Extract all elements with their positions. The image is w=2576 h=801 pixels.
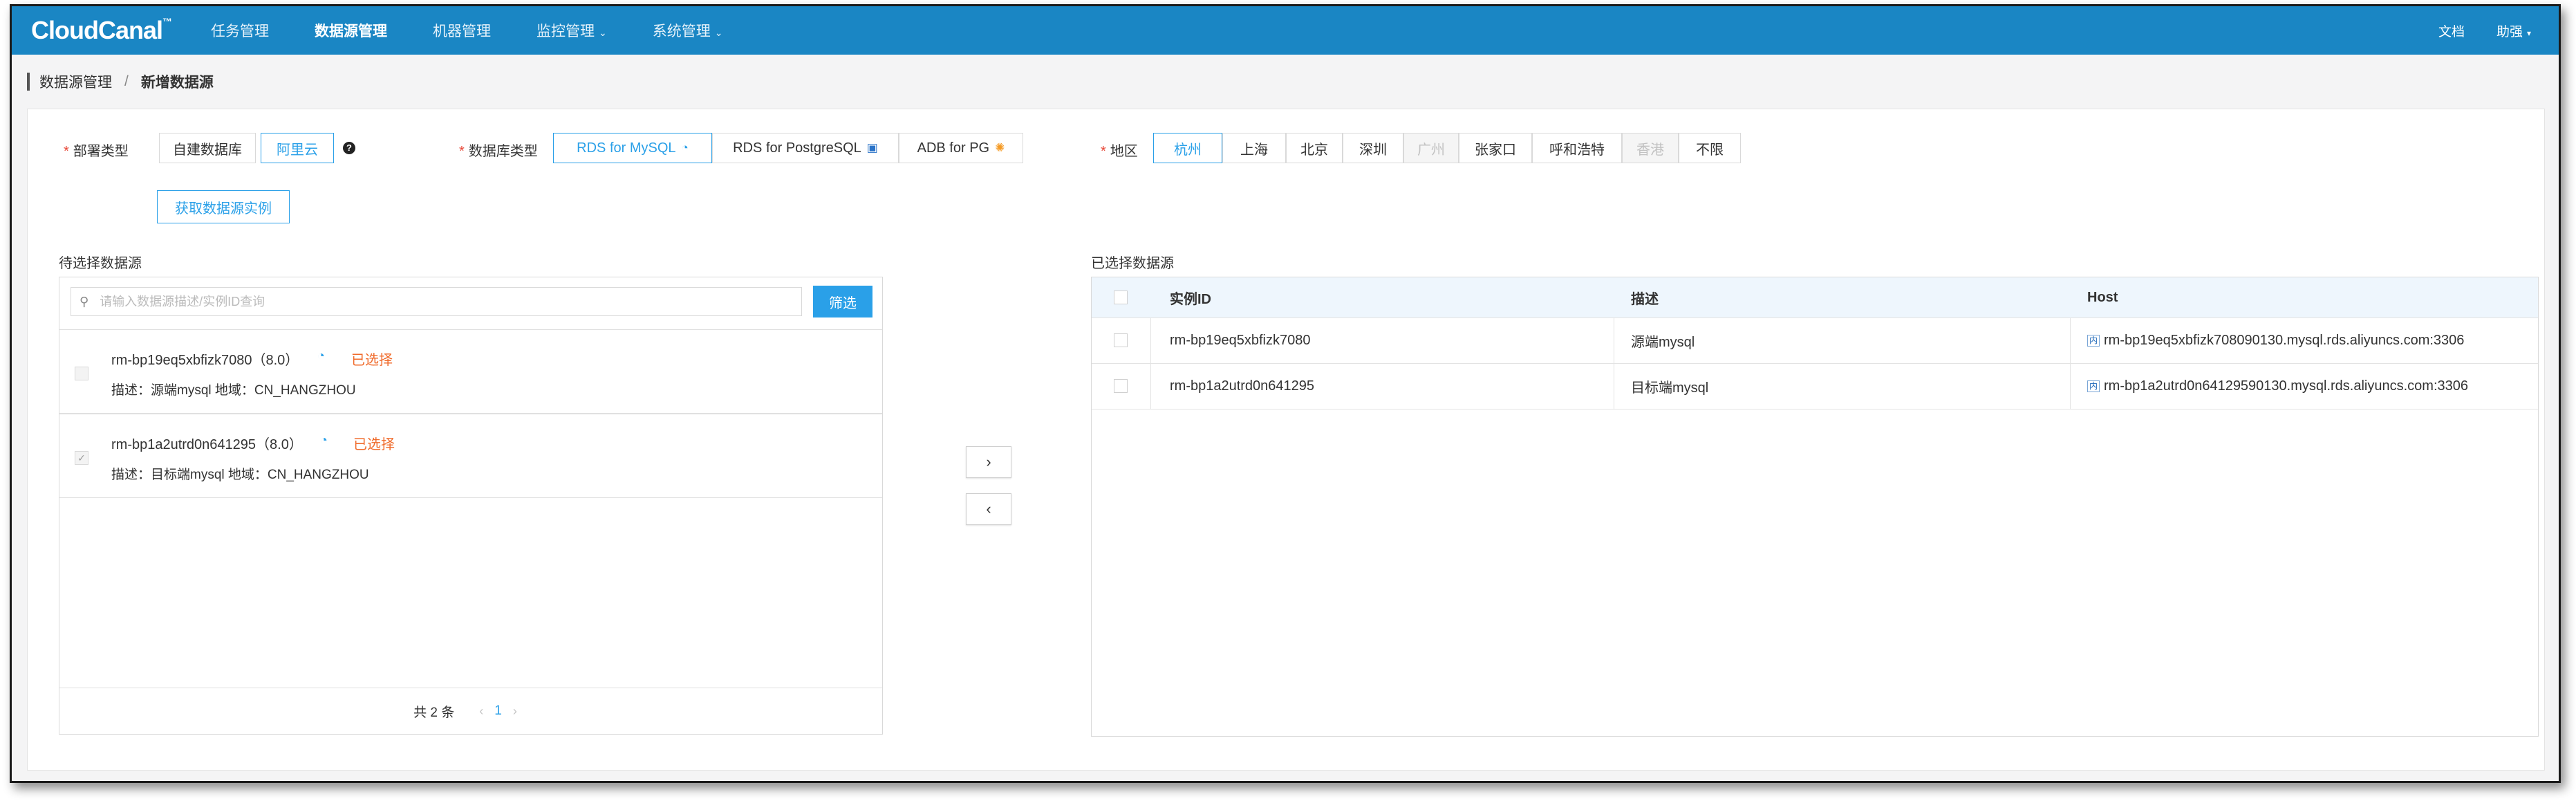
dbtype-adb-pg[interactable]: ADB for PG ✺ <box>899 133 1023 163</box>
intranet-tag: 内 <box>2087 335 2100 347</box>
divider <box>1150 364 1151 409</box>
adb-icon: ✺ <box>995 141 1005 154</box>
region-hangzhou[interactable]: 杭州 <box>1153 133 1222 163</box>
dbtype-rds-mysql[interactable]: RDS for MySQL ◔ <box>553 133 712 163</box>
selected-table: 实例ID 描述 Host rm-bp19eq5xbfizk7080 源端mysq… <box>1091 277 2539 737</box>
user-menu[interactable]: 助强 ▾ <box>2496 21 2531 40</box>
select-all-checkbox[interactable] <box>1114 291 1128 304</box>
logo[interactable]: CloudCanal™ <box>31 16 183 45</box>
breadcrumb-bar <box>27 73 30 91</box>
docs-link[interactable]: 文档 <box>2438 21 2465 40</box>
column-header-id[interactable]: 实例ID <box>1170 277 1211 317</box>
app-window: CloudCanal™ 任务管理 数据源管理 机器管理 监控管理 ⌄ 系统管理 ⌄ … <box>10 4 2561 783</box>
divider <box>2070 364 2071 409</box>
nav-right: 文档 助强 ▾ <box>2438 21 2531 40</box>
help-icon[interactable]: ? <box>343 142 355 154</box>
search-field[interactable]: ⚲ <box>71 287 802 316</box>
region-guangzhou: 广州 <box>1403 133 1459 163</box>
postgresql-icon: ▣ <box>866 141 878 154</box>
table-header: 实例ID 描述 Host <box>1092 277 2538 318</box>
db-type-label: * 数据库类型 <box>459 144 538 159</box>
filter-button[interactable]: 筛选 <box>813 286 872 317</box>
chevron-down-icon: ⌄ <box>599 27 607 38</box>
item-desc: 描述：目标端mysql 地域：CN_HANGZHOU <box>111 468 369 482</box>
fetch-instances-button[interactable]: 获取数据源实例 <box>157 190 290 223</box>
table-row[interactable]: rm-bp19eq5xbfizk7080 源端mysql 内 rm-bp19eq5… <box>1092 318 2538 364</box>
pagination: 共 2 条 ‹ 1 › <box>59 688 882 734</box>
list-item[interactable]: ✓ rm-bp1a2utrd0n641295（8.0） ◔ 已选择 描述：目标端… <box>59 414 882 498</box>
nav-datasource-management[interactable]: 数据源管理 <box>315 20 387 41</box>
cell-host: 内 rm-bp19eq5xbfizk708090130.mysql.rds.ali… <box>2087 318 2464 363</box>
item-checkbox[interactable] <box>75 367 88 380</box>
column-header-desc[interactable]: 描述 <box>1631 277 1659 317</box>
main-card: * 部署类型 自建数据库 阿里云 ? * 数据库类型 RDS for MySQL ◔ … <box>27 109 2545 771</box>
breadcrumb: 数据源管理 / 新增数据源 <box>27 71 214 92</box>
region-shanghai[interactable]: 上海 <box>1222 133 1286 163</box>
deploy-option-self-hosted[interactable]: 自建数据库 <box>159 133 256 163</box>
cell-host: 内 rm-bp1a2utrd0n64129590130.mysql.rds.ali… <box>2087 364 2468 409</box>
move-right-button[interactable]: › <box>966 446 1011 478</box>
list-item[interactable]: rm-bp19eq5xbfizk7080（8.0） ◔ 已选择 描述：源端mys… <box>59 329 882 414</box>
total-count: 共 2 条 <box>413 705 455 720</box>
mysql-icon: ◔ <box>681 141 689 154</box>
deploy-option-aliyun[interactable]: 阿里云 <box>261 133 334 163</box>
deploy-type-label: * 部署类型 <box>64 144 129 159</box>
table-row[interactable]: rm-bp1a2utrd0n641295 目标端mysql 内 rm-bp1a2u… <box>1092 364 2538 409</box>
cell-id: rm-bp1a2utrd0n641295 <box>1170 378 1315 394</box>
item-checkbox[interactable]: ✓ <box>75 451 88 465</box>
cell-desc: 目标端mysql <box>1631 380 1709 396</box>
chevron-down-icon: ⌄ <box>714 27 723 38</box>
nav-monitor-management[interactable]: 监控管理 ⌄ <box>536 20 607 41</box>
region-unlimited[interactable]: 不限 <box>1679 133 1741 163</box>
nav-task-management[interactable]: 任务管理 <box>211 20 269 41</box>
search-input[interactable] <box>98 293 765 310</box>
nav-machine-management[interactable]: 机器管理 <box>433 20 491 41</box>
pending-list-panel: ⚲ 筛选 rm-bp19eq5xbfizk7080（8.0） ◔ 已选择 描述：… <box>59 277 883 735</box>
region-zhangjiakou[interactable]: 张家口 <box>1459 133 1532 163</box>
breadcrumb-current: 新增数据源 <box>140 75 214 91</box>
row-checkbox[interactable] <box>1114 333 1128 347</box>
selected-title: 已选择数据源 <box>1091 256 1174 271</box>
item-status: 已选择 <box>353 437 395 452</box>
divider <box>2070 318 2071 363</box>
region-hohhot[interactable]: 呼和浩特 <box>1532 133 1622 163</box>
region-hongkong: 香港 <box>1622 133 1679 163</box>
prev-page-icon[interactable]: ‹ <box>479 704 483 719</box>
caret-down-icon: ▾ <box>2526 28 2531 38</box>
search-icon: ⚲ <box>80 294 89 309</box>
breadcrumb-separator: / <box>124 73 129 89</box>
page-number[interactable]: 1 <box>494 703 502 719</box>
intranet-tag: 内 <box>2087 380 2100 392</box>
mysql-icon: ◔ <box>320 433 328 447</box>
pending-title: 待选择数据源 <box>59 256 142 271</box>
item-desc: 描述：源端mysql 地域：CN_HANGZHOU <box>111 383 356 398</box>
move-left-button[interactable]: ‹ <box>966 493 1011 525</box>
region-beijing[interactable]: 北京 <box>1286 133 1343 163</box>
region-shenzhen[interactable]: 深圳 <box>1343 133 1403 163</box>
item-name: rm-bp19eq5xbfizk7080（8.0） <box>111 353 299 368</box>
item-status: 已选择 <box>351 353 393 368</box>
cell-id: rm-bp19eq5xbfizk7080 <box>1170 333 1311 348</box>
dbtype-rds-postgresql[interactable]: RDS for PostgreSQL ▣ <box>712 133 899 163</box>
region-label: * 地区 <box>1101 144 1138 159</box>
top-nav: CloudCanal™ 任务管理 数据源管理 机器管理 监控管理 ⌄ 系统管理 ⌄ … <box>12 6 2559 55</box>
column-header-host[interactable]: Host <box>2087 277 2118 317</box>
item-name: rm-bp1a2utrd0n641295（8.0） <box>111 437 303 452</box>
nav-system-management[interactable]: 系统管理 ⌄ <box>653 20 723 41</box>
row-checkbox[interactable] <box>1114 379 1128 393</box>
cell-desc: 源端mysql <box>1631 335 1695 350</box>
divider <box>1150 318 1151 363</box>
breadcrumb-parent[interactable]: 数据源管理 <box>39 71 112 92</box>
mysql-icon: ◔ <box>317 349 325 362</box>
next-page-icon[interactable]: › <box>513 704 517 719</box>
